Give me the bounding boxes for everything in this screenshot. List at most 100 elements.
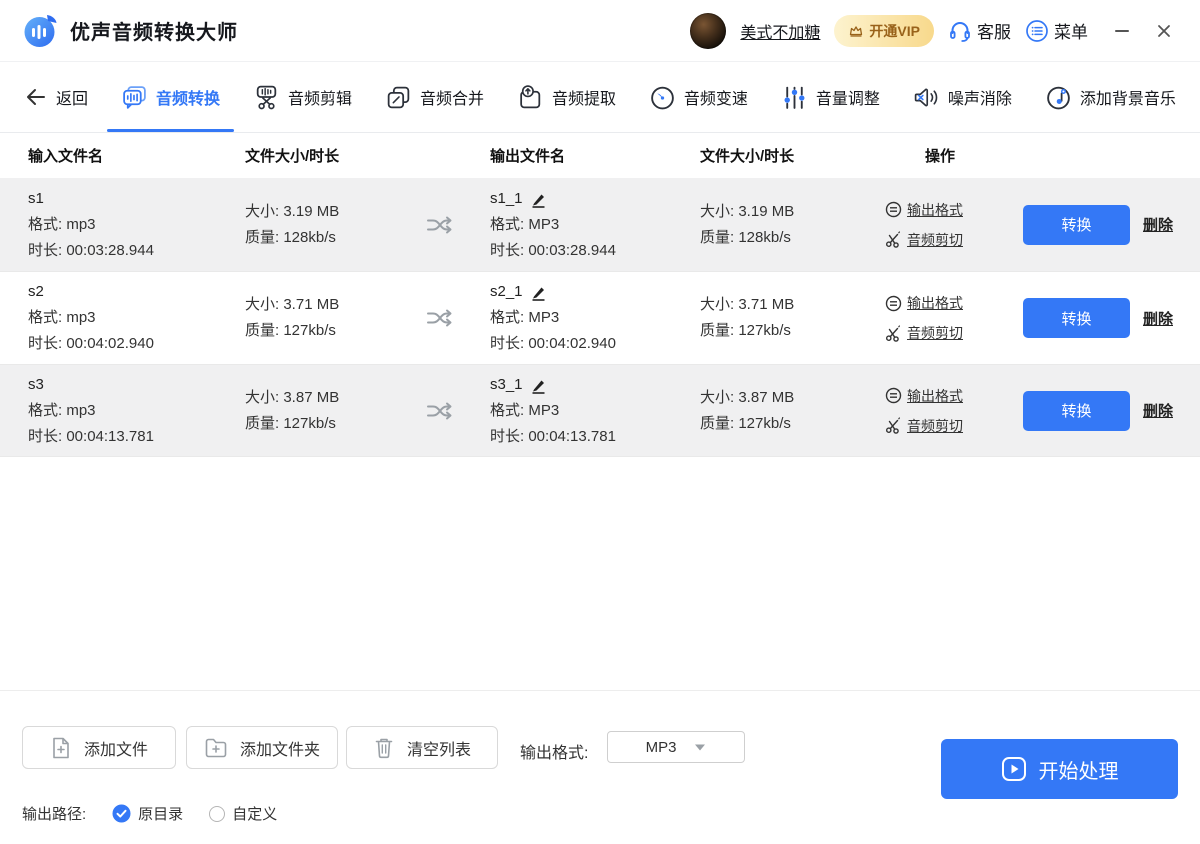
menu-button[interactable]: 菜单 [1025, 18, 1088, 43]
tab-volume-adjust[interactable]: 音量调整 [781, 62, 880, 132]
delete-link[interactable]: 删除 [1138, 214, 1178, 235]
close-icon [1155, 22, 1173, 40]
radio-custom-dir[interactable]: 自定义 [209, 803, 277, 824]
audio-cut-link[interactable]: 音频剪切 [885, 416, 1023, 436]
back-button[interactable]: 返回 [24, 62, 88, 132]
tab-noise-removal[interactable]: 噪声消除 [913, 62, 1012, 132]
customer-service-label: 客服 [977, 18, 1011, 43]
input-file-name: s2 [28, 279, 245, 305]
headset-icon [948, 19, 972, 43]
add-folder-button[interactable]: 添加文件夹 [186, 726, 338, 769]
empty-area [0, 457, 1200, 690]
input-file-cell: s2 格式: mp3 时长: 00:04:02.940 [28, 279, 245, 357]
minimize-icon [1113, 22, 1131, 40]
convert-button[interactable]: 转换 [1023, 205, 1130, 245]
radio-unchecked-icon [209, 806, 225, 822]
output-format-icon [885, 295, 902, 312]
output-file-name: s2_1 [490, 279, 523, 305]
add-folder-icon [204, 737, 228, 759]
add-file-label: 添加文件 [84, 736, 148, 760]
table-header: 输入文件名 文件大小/时长 输出文件名 文件大小/时长 操作 [0, 133, 1200, 178]
customer-service-button[interactable]: 客服 [948, 18, 1011, 43]
convert-direction-cell [425, 212, 490, 238]
close-button[interactable] [1150, 17, 1178, 45]
audio-cut-link[interactable]: 音频剪切 [885, 230, 1023, 250]
header-output-name: 输出文件名 [490, 145, 700, 166]
audio-cut-icon [253, 84, 280, 111]
output-format-link[interactable]: 输出格式 [885, 200, 1023, 220]
edit-icon[interactable] [529, 377, 547, 395]
audio-convert-icon [121, 84, 148, 111]
user-avatar[interactable] [690, 13, 726, 49]
header-output-size: 文件大小/时长 [700, 145, 885, 166]
scissors-icon [885, 325, 902, 342]
crown-icon [848, 23, 864, 39]
tab-audio-extract[interactable]: 音频提取 [517, 62, 616, 132]
convert-direction-cell [425, 305, 490, 331]
file-list: s1 格式: mp3 时长: 00:03:28.944 大小: 3.19 MB … [0, 178, 1200, 457]
delete-link[interactable]: 删除 [1138, 308, 1178, 329]
username-link[interactable]: 美式不加糖 [740, 19, 820, 43]
output-path-row: 输出路径: 原目录 自定义 [22, 803, 277, 824]
radio-original-dir[interactable]: 原目录 [112, 803, 183, 824]
edit-icon[interactable] [529, 191, 547, 209]
audio-cut-link[interactable]: 音频剪切 [885, 323, 1023, 343]
tab-add-bg-music[interactable]: 添加背景音乐 [1045, 62, 1176, 132]
radio-original-label: 原目录 [138, 803, 183, 824]
chevron-down-icon [694, 743, 706, 752]
convert-button[interactable]: 转换 [1023, 298, 1130, 338]
add-file-button[interactable]: 添加文件 [22, 726, 176, 769]
row-operations: 输出格式 音频剪切 [885, 386, 1023, 436]
edit-icon[interactable] [529, 284, 547, 302]
input-file-cell: s3 格式: mp3 时长: 00:04:13.781 [28, 372, 245, 450]
convert-direction-cell [425, 398, 490, 424]
trash-icon [373, 736, 395, 759]
minimize-button[interactable] [1108, 17, 1136, 45]
tab-audio-merge[interactable]: 音频合并 [385, 62, 484, 132]
noise-removal-icon [913, 84, 940, 111]
header-ops: 操作 [885, 145, 1023, 166]
tab-audio-speed[interactable]: 音频变速 [649, 62, 748, 132]
tab-volume-adjust-label: 音量调整 [816, 85, 880, 109]
row-operations: 输出格式 音频剪切 [885, 200, 1023, 250]
shuffle-icon [425, 212, 455, 238]
add-folder-label: 添加文件夹 [240, 736, 320, 760]
scissors-icon [885, 417, 902, 434]
output-format-link[interactable]: 输出格式 [885, 386, 1023, 406]
convert-button[interactable]: 转换 [1023, 391, 1130, 431]
clear-list-button[interactable]: 清空列表 [346, 726, 498, 769]
start-process-label: 开始处理 [1039, 755, 1119, 784]
header-input-name: 输入文件名 [28, 145, 245, 166]
back-arrow-icon [24, 85, 48, 109]
toolbar: 返回 音频转换 [0, 62, 1200, 133]
input-size-cell: 大小: 3.87 MB 质量: 127kb/s [245, 385, 425, 437]
tab-audio-convert-label: 音频转换 [156, 85, 220, 109]
tab-audio-speed-label: 音频变速 [684, 85, 748, 109]
menu-label: 菜单 [1054, 18, 1088, 43]
menu-icon [1025, 19, 1049, 43]
app-title: 优声音频转换大师 [70, 16, 238, 45]
app-window: 优声音频转换大师 美式不加糖 开通VIP 客服 [0, 0, 1200, 844]
output-file-cell: s2_1 格式: MP3 时长: 00:04:02.940 [490, 279, 700, 357]
tab-audio-convert[interactable]: 音频转换 [121, 62, 220, 132]
output-format-icon [885, 201, 902, 218]
output-size-cell: 大小: 3.71 MB 质量: 127kb/s [700, 292, 885, 344]
output-file-cell: s1_1 格式: MP3 时长: 00:03:28.944 [490, 186, 700, 264]
tab-audio-merge-label: 音频合并 [420, 85, 484, 109]
delete-link[interactable]: 删除 [1138, 400, 1178, 421]
table-row: s3 格式: mp3 时长: 00:04:13.781 大小: 3.87 MB … [0, 364, 1200, 457]
output-format-icon [885, 387, 902, 404]
tab-audio-cut[interactable]: 音频剪辑 [253, 62, 352, 132]
output-format-link[interactable]: 输出格式 [885, 293, 1023, 313]
footer-bar: 添加文件 添加文件夹 清空列表 输出格式: MP3 [0, 690, 1200, 844]
start-process-button[interactable]: 开始处理 [941, 739, 1178, 799]
audio-merge-icon [385, 84, 412, 111]
tab-audio-extract-label: 音频提取 [552, 85, 616, 109]
input-file-name: s1 [28, 186, 245, 212]
table-row: s1 格式: mp3 时长: 00:03:28.944 大小: 3.19 MB … [0, 178, 1200, 271]
radio-custom-label: 自定义 [232, 803, 277, 824]
vip-button[interactable]: 开通VIP [834, 15, 934, 47]
output-format-dropdown[interactable]: MP3 [607, 731, 745, 763]
input-file-name: s3 [28, 372, 245, 398]
output-path-label: 输出路径: [22, 803, 86, 824]
